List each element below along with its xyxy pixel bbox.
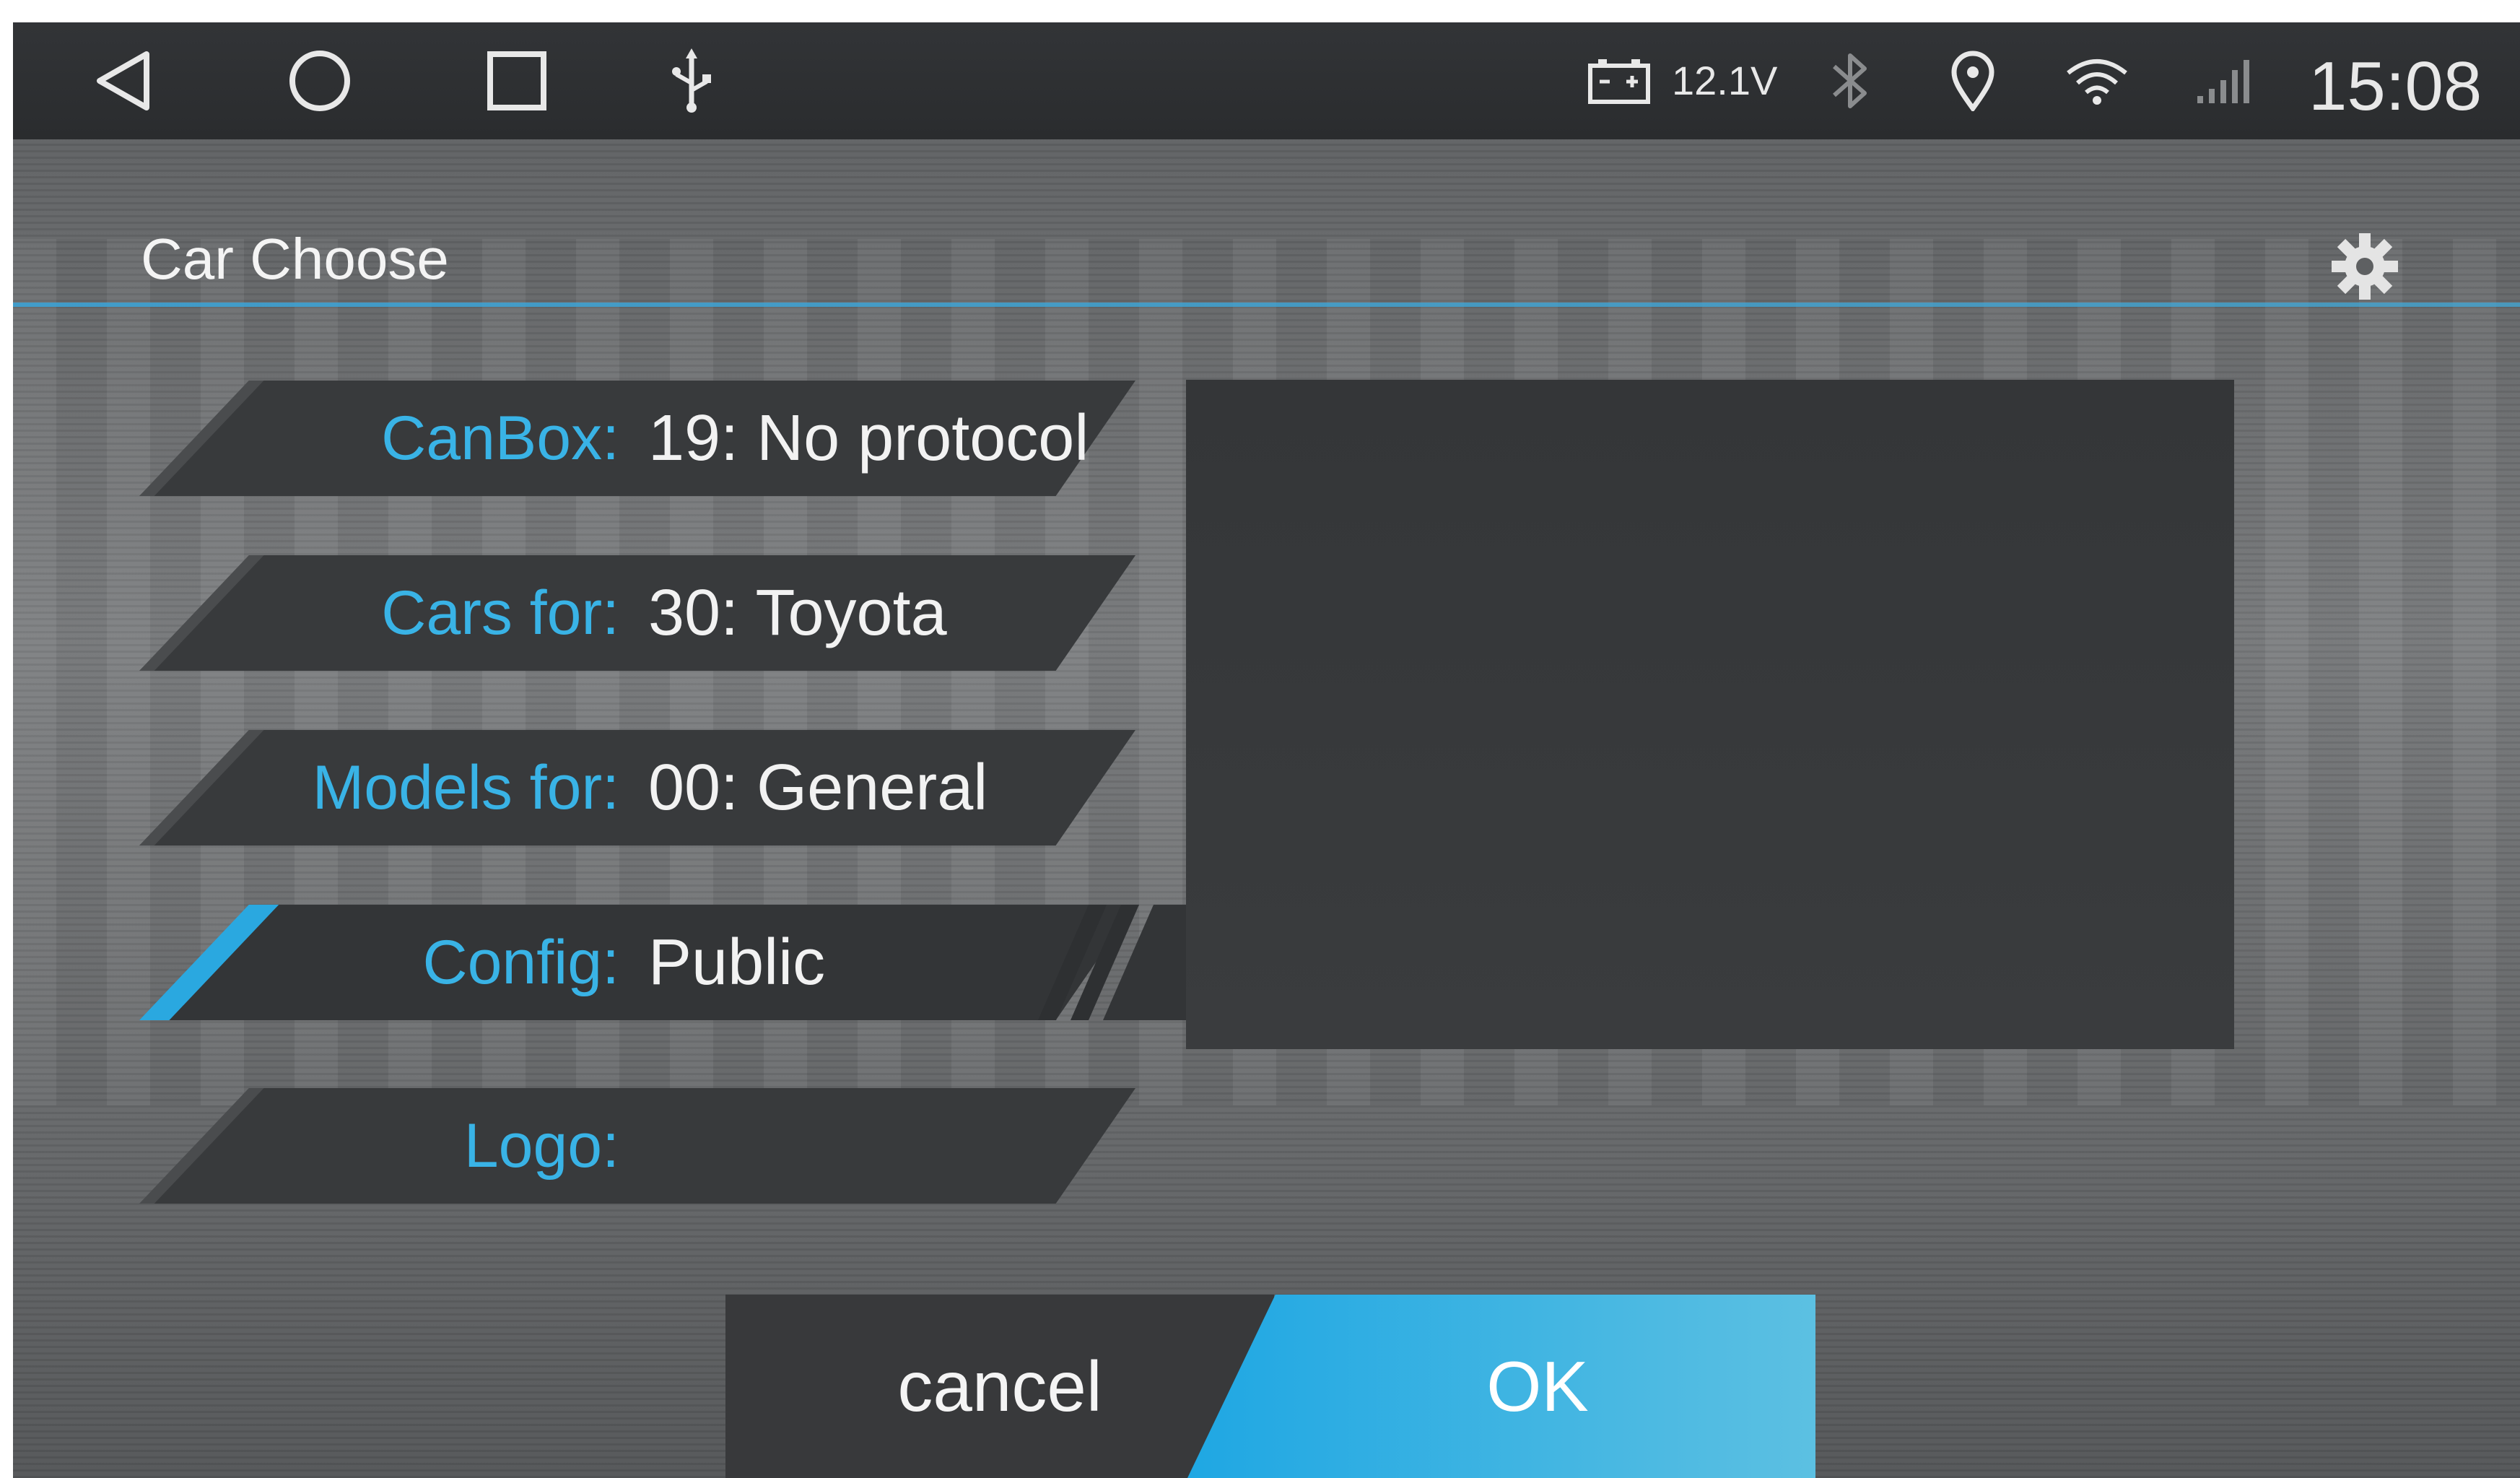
row-value: 00: General [648,752,988,824]
row-value: 30: Toyota [648,577,947,649]
recents-icon[interactable] [474,22,560,139]
header-divider [13,303,2520,307]
ok-button[interactable]: OK [1187,1295,1815,1478]
gear-icon[interactable] [2329,230,2401,303]
app-header: Car Choose [13,139,2520,327]
row-canbox[interactable]: CanBox: 19: No protocol [139,381,1135,496]
voltage-text: 12.1V [1672,58,1778,103]
cancel-button[interactable]: cancel [725,1295,1274,1478]
location-icon [1940,22,2005,139]
row-config[interactable]: Config: Public [139,905,1135,1020]
wifi-icon [2057,22,2137,139]
row-background [139,555,1135,671]
row-label: Config: [422,928,620,997]
clock-text: 15:08 [2308,48,2482,125]
ok-button-label: OK [1486,1347,1589,1426]
row-label: CanBox: [381,404,619,473]
row-background [139,905,1135,1020]
battery-icon [1579,22,1659,139]
back-icon[interactable] [82,22,168,139]
status-bar: 12.1V 15:08 [13,22,2520,139]
screen: 12.1V 15:08 Car Choose CanBox: 19: No pr… [13,22,2520,1478]
page-title: Car Choose [141,227,449,291]
row-label: Models for: [312,753,619,822]
signal-icon [2186,22,2265,139]
cancel-button-label: cancel [897,1347,1102,1426]
home-icon[interactable] [276,22,363,139]
row-label: Cars for: [381,578,619,648]
bluetooth-icon [1818,22,1883,139]
dialog-buttons: cancel OK [725,1295,1815,1478]
row-cars-for[interactable]: Cars for: 30: Toyota [139,555,1135,671]
row-value: Public [648,926,826,999]
selection-connector [1038,905,1197,1020]
row-models-for[interactable]: Models for: 00: General [139,730,1135,845]
logo-preview-panel [1186,380,2234,1049]
usb-icon [655,22,728,139]
row-background [139,1088,1135,1204]
row-logo[interactable]: Logo: [139,1088,1135,1204]
row-value: 19: No protocol [648,402,1089,474]
row-label: Logo: [463,1111,619,1181]
